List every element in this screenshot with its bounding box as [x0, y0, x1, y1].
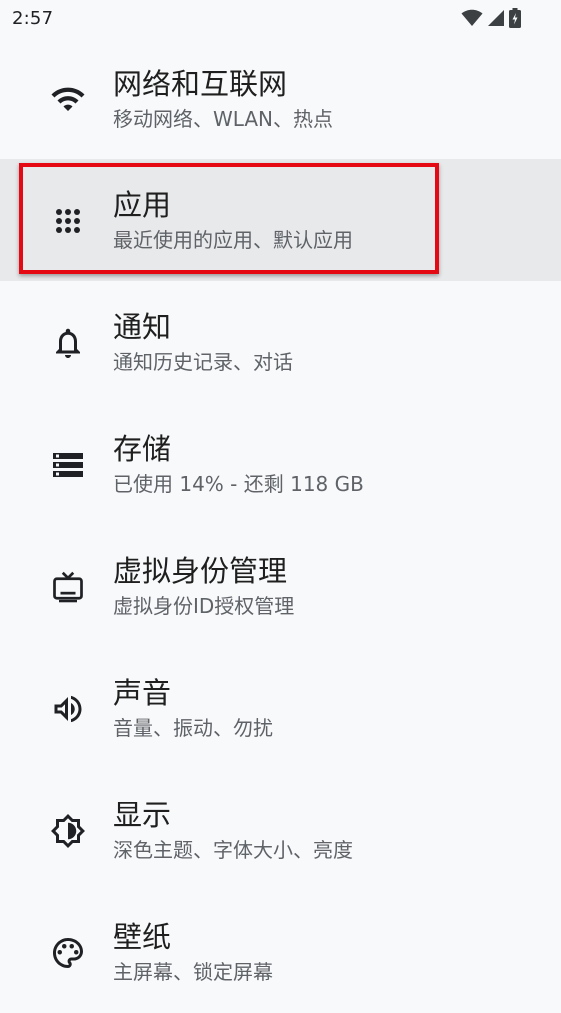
cell-signal-icon — [487, 9, 505, 27]
item-title: 应用 — [113, 188, 172, 222]
item-subtitle: 深色主题、字体大小、亮度 — [113, 838, 353, 862]
settings-item-apps[interactable]: 应用 最近使用的应用、默认应用 — [0, 159, 561, 281]
item-subtitle: 音量、振动、勿扰 — [113, 716, 273, 740]
item-title: 声音 — [113, 676, 172, 710]
palette-icon — [50, 935, 86, 971]
settings-item-wallpaper[interactable]: 壁纸 主屏幕、锁定屏幕 — [0, 891, 561, 1013]
item-title: 通知 — [113, 310, 172, 344]
bell-icon — [50, 325, 86, 361]
storage-icon — [50, 447, 86, 483]
item-subtitle: 虚拟身份ID授权管理 — [113, 594, 295, 618]
item-subtitle: 移动网络、WLAN、热点 — [113, 107, 334, 131]
settings-item-network[interactable]: 网络和互联网 移动网络、WLAN、热点 — [0, 38, 561, 159]
status-bar: 2:57 — [0, 0, 561, 38]
settings-item-notifications[interactable]: 通知 通知历史记录、对话 — [0, 281, 561, 403]
wifi-icon — [50, 81, 86, 117]
item-title: 网络和互联网 — [113, 67, 288, 101]
status-icons — [461, 8, 521, 28]
wifi-signal-icon — [461, 9, 483, 27]
brightness-icon — [50, 813, 86, 849]
settings-item-virtual-identity[interactable]: 虚拟身份管理 虚拟身份ID授权管理 — [0, 525, 561, 647]
settings-item-display[interactable]: 显示 深色主题、字体大小、亮度 — [0, 769, 561, 891]
item-subtitle: 通知历史记录、对话 — [113, 350, 293, 374]
item-title: 虚拟身份管理 — [113, 554, 288, 588]
apps-grid-icon — [50, 203, 86, 239]
item-subtitle: 最近使用的应用、默认应用 — [113, 228, 353, 252]
item-title: 显示 — [113, 798, 172, 832]
settings-item-sound[interactable]: 声音 音量、振动、勿扰 — [0, 647, 561, 769]
item-subtitle: 主屏幕、锁定屏幕 — [113, 960, 273, 984]
settings-item-storage[interactable]: 存储 已使用 14% - 还剩 118 GB — [0, 403, 561, 525]
battery-charging-icon — [509, 8, 521, 28]
status-time: 2:57 — [12, 8, 54, 29]
item-title: 壁纸 — [113, 920, 172, 954]
item-subtitle: 已使用 14% - 还剩 118 GB — [113, 472, 364, 496]
settings-list: 网络和互联网 移动网络、WLAN、热点 应用 最近使用的应用、默认应用 通知 通… — [0, 38, 561, 1013]
item-title: 存储 — [113, 432, 172, 466]
volume-icon — [50, 691, 86, 727]
tv-icon — [50, 569, 86, 605]
